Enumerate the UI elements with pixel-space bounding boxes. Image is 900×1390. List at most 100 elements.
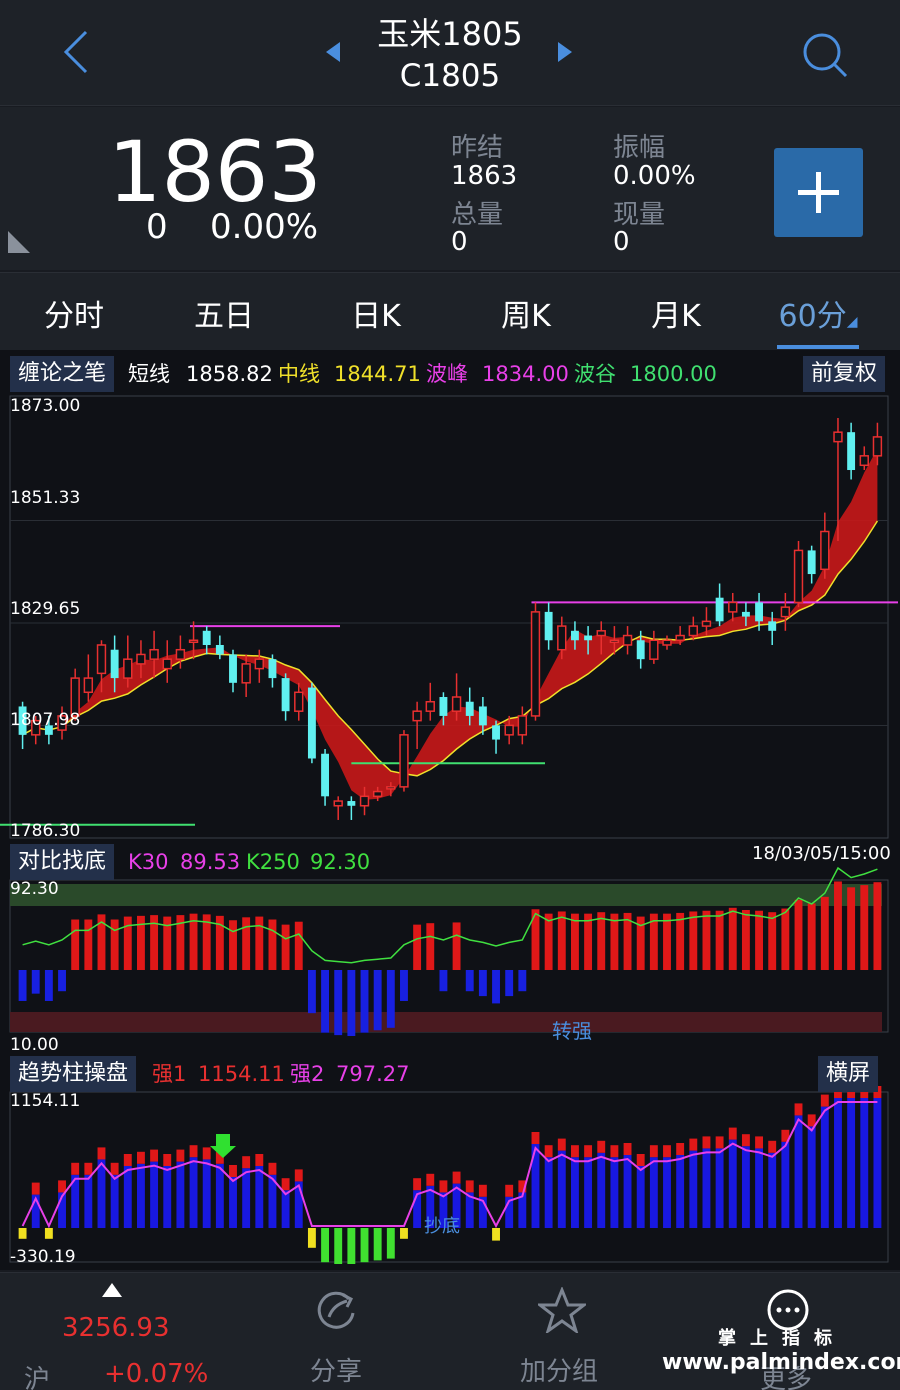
stat-label-amplitude: 振幅	[613, 133, 666, 163]
trend-bar	[584, 1157, 593, 1228]
trend-bar	[321, 1228, 330, 1263]
compare-y-top: 92.30	[10, 879, 59, 899]
trend-bar	[334, 1228, 343, 1264]
next-contract-icon[interactable]	[552, 40, 576, 64]
trend-bar	[597, 1152, 606, 1228]
trend-bar	[18, 1228, 27, 1239]
trend-bar-cap	[557, 1138, 566, 1151]
quote-panel: 1863 0 0.00% 昨结 1863 总量 0 振幅 0.00% 现量 0	[0, 107, 900, 270]
add-watchlist-button[interactable]	[774, 148, 863, 237]
candle-body	[136, 653, 146, 665]
index-change: +0.07%	[104, 1359, 209, 1389]
tab-five-day[interactable]: 五日	[164, 291, 284, 335]
active-tab-indicator	[777, 345, 859, 349]
share-icon[interactable]	[313, 1287, 359, 1333]
trend-bar-cap	[610, 1145, 619, 1158]
strengthen-signal: 转强	[552, 1019, 592, 1043]
y-tick-4: 1807.98	[10, 710, 81, 730]
candle-body	[504, 724, 514, 736]
indicator-selector-trend[interactable]: 趋势柱操盘	[10, 1056, 137, 1092]
index-value[interactable]: 3256.93	[62, 1313, 170, 1343]
trend-bar-cap	[58, 1180, 66, 1193]
add-group-button[interactable]: 加分组	[520, 1351, 598, 1388]
compare-bar	[755, 910, 764, 970]
compare-bar	[347, 970, 356, 1036]
prev-contract-icon[interactable]	[322, 40, 346, 64]
candle-body	[372, 790, 383, 798]
trend-bar	[44, 1228, 53, 1239]
tab-60min[interactable]: 60分◢	[758, 291, 878, 335]
candle-body	[307, 687, 316, 759]
compare-bar	[452, 922, 461, 970]
star-icon[interactable]	[538, 1287, 586, 1333]
trend-bar-cap	[281, 1178, 290, 1191]
trend-bar	[386, 1228, 395, 1259]
back-chevron-icon[interactable]	[58, 28, 98, 76]
top-bar: 玉米1805 C1805	[0, 0, 900, 106]
plus-icon	[798, 172, 839, 213]
compare-bar	[255, 916, 264, 970]
candle-body	[847, 432, 856, 471]
tab-monthly[interactable]: 月K	[616, 291, 736, 335]
candle-body	[570, 630, 579, 641]
compare-bar	[373, 970, 382, 1031]
trend-bar-cap	[755, 1136, 764, 1149]
trend-bar	[623, 1155, 632, 1228]
landscape-button[interactable]: 横屏	[818, 1056, 879, 1092]
y-tick-1: 1873.00	[10, 396, 81, 416]
bottom-fishing-signal: 抄底	[424, 1216, 460, 1237]
tab-daily[interactable]: 日K	[316, 291, 436, 335]
compare-bar	[794, 899, 803, 970]
trend-bar	[360, 1228, 369, 1263]
candle-body	[359, 795, 370, 807]
search-icon[interactable]	[798, 28, 850, 80]
compare-bar	[426, 923, 435, 970]
contract-name: 玉米1805	[377, 15, 523, 53]
candle-body	[96, 644, 107, 675]
candle-body	[517, 715, 528, 736]
tab-intraday[interactable]: 分时	[14, 291, 134, 335]
candle-body	[544, 611, 553, 641]
share-button[interactable]: 分享	[310, 1351, 362, 1388]
trend-bar-cap	[294, 1169, 303, 1182]
trend-bar	[202, 1159, 211, 1228]
trend-bar	[610, 1157, 619, 1228]
tab-weekly[interactable]: 周K	[466, 291, 586, 335]
k250-value: 92.30	[310, 850, 371, 874]
candle-body	[741, 611, 750, 617]
contract-code: C1805	[399, 58, 501, 94]
y-tick-3: 1829.65	[10, 599, 81, 619]
compare-bar	[597, 912, 606, 970]
chart-area[interactable]: 缠论之笔 短线 1858.82 中线 1844.71 波峰 1834.00 波谷…	[0, 350, 900, 1270]
trend-bar-cap	[794, 1103, 803, 1116]
trend-bar	[176, 1161, 185, 1228]
trend-bar	[373, 1228, 382, 1261]
candle-body	[636, 640, 645, 660]
candle-body	[715, 597, 724, 622]
trend-bar	[163, 1166, 172, 1228]
candle-body	[478, 706, 487, 726]
compare-bar	[702, 910, 711, 970]
candle-body	[755, 602, 764, 622]
watermark-cn: 掌上指标	[718, 1328, 846, 1349]
trend-bar-cap	[439, 1180, 448, 1193]
compare-bar	[229, 920, 237, 970]
trend-bar	[768, 1152, 777, 1228]
compare-bar	[873, 882, 882, 970]
indicator-selector-compare[interactable]: 对比找底	[10, 844, 115, 880]
compare-bar	[676, 912, 685, 970]
trend-bar-cap	[741, 1134, 750, 1147]
trend-bar	[728, 1139, 737, 1228]
trend-bar-cap	[176, 1149, 185, 1162]
trend-bar	[229, 1177, 237, 1228]
compare-bar	[860, 885, 869, 970]
compare-bar	[334, 970, 343, 1036]
candle-body	[123, 658, 133, 679]
trend-bar	[255, 1166, 264, 1228]
trend-bar	[820, 1106, 829, 1228]
trend-bar	[97, 1159, 106, 1228]
index-name: 沪	[24, 1365, 51, 1390]
candle-body	[215, 644, 224, 655]
trend-bar	[807, 1126, 816, 1228]
stat-value-current-vol: 0	[613, 227, 630, 257]
